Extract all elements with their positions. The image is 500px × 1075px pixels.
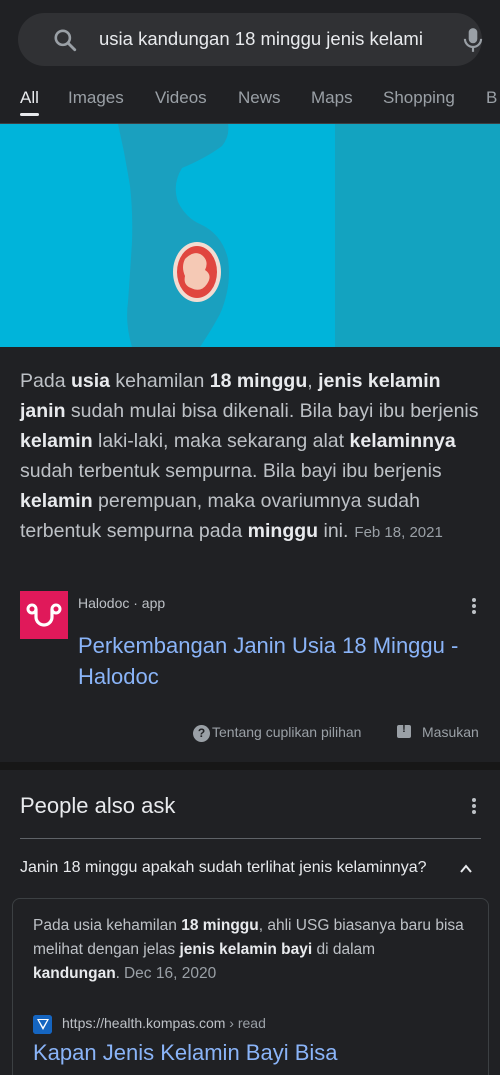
snippet-text-8: laki-laki, maka sekarang alat xyxy=(92,430,350,452)
chevron-up-icon[interactable] xyxy=(459,862,473,876)
snippet-text-4: , xyxy=(307,370,319,392)
result-title-link[interactable]: Perkembangan Janin Usia 18 Minggu - Halo… xyxy=(78,630,488,692)
help-icon[interactable]: ? xyxy=(193,725,210,742)
tab-books[interactable]: B xyxy=(486,88,497,108)
snippet-text-6: sudah mulai bisa dikenali. Bila bayi ibu… xyxy=(65,400,479,422)
answer-text-4: di dalam xyxy=(312,941,376,958)
search-icon[interactable] xyxy=(52,27,78,53)
more-vert-icon[interactable] xyxy=(471,798,477,816)
answer-bold-5: kandungan xyxy=(33,965,116,982)
active-tab-indicator xyxy=(20,113,39,116)
divider xyxy=(20,838,481,839)
url-domain: https://health.kompas.com xyxy=(62,1015,226,1031)
paa-question[interactable]: Janin 18 minggu apakah sudah terlihat je… xyxy=(20,859,426,877)
tab-videos[interactable]: Videos xyxy=(155,88,207,108)
about-feedback-row: ? Tentang cuplikan pilihan Masukan xyxy=(0,722,500,744)
featured-snippet-text: Pada usia kehamilan 18 minggu, jenis kel… xyxy=(20,366,482,548)
snippet-text-10: sudah terbentuk sempurna. Bila bayi ibu … xyxy=(20,460,442,482)
tab-all[interactable]: All xyxy=(20,88,39,108)
tab-maps[interactable]: Maps xyxy=(311,88,353,108)
answer-bold-1: 18 minggu xyxy=(181,917,259,934)
snippet-text-0: Pada xyxy=(20,370,71,392)
answer-bold-3: jenis kelamin bayi xyxy=(179,941,313,958)
halodoc-logo-icon[interactable] xyxy=(20,591,68,639)
paa-result-title-link[interactable]: Kapan Jenis Kelamin Bayi Bisa xyxy=(33,1040,338,1066)
mic-icon[interactable] xyxy=(460,26,486,54)
snippet-date: Feb 18, 2021 xyxy=(354,524,443,541)
search-input[interactable]: usia kandungan 18 minggu jenis kelami xyxy=(99,28,423,50)
snippet-bold-9: kelaminnya xyxy=(349,430,456,452)
result-url: https://health.kompas.com › read xyxy=(62,1015,266,1031)
snippet-bold-3: 18 minggu xyxy=(209,370,308,392)
snippet-bold-13: minggu xyxy=(247,520,319,542)
more-vert-icon[interactable] xyxy=(471,598,477,616)
snippet-body: Pada usia kehamilan 18 minggu, jenis kel… xyxy=(20,370,479,542)
feedback-link[interactable]: Masukan xyxy=(422,724,479,740)
source-name: Halodoc · app xyxy=(78,595,166,611)
feedback-icon[interactable] xyxy=(397,723,411,738)
snippet-text-14: ini. xyxy=(318,520,349,542)
search-tabs: All Images Videos News Maps Shopping B xyxy=(0,86,500,118)
answer-text-0: Pada usia kehamilan xyxy=(33,917,182,934)
pregnant-silhouette-illustration xyxy=(118,124,229,347)
answer-text-6: . xyxy=(115,965,120,982)
tab-shopping[interactable]: Shopping xyxy=(383,88,455,108)
kompas-favicon xyxy=(33,1015,52,1034)
snippet-bold-7: kelamin xyxy=(20,430,93,452)
snippet-bold-1: usia xyxy=(70,370,110,392)
snippet-bold-11: kelamin xyxy=(20,490,93,512)
url-breadcrumb: › read xyxy=(225,1015,266,1031)
section-separator xyxy=(0,762,500,770)
tab-news[interactable]: News xyxy=(238,88,281,108)
paa-heading: People also ask xyxy=(20,793,176,818)
featured-image[interactable] xyxy=(0,124,500,347)
about-snippets-link[interactable]: Tentang cuplikan pilihan xyxy=(212,724,361,740)
answer-date: Dec 16, 2020 xyxy=(123,965,217,982)
search-bar[interactable]: usia kandungan 18 minggu jenis kelami xyxy=(18,13,483,66)
paa-answer-text: Pada usia kehamilan 18 minggu, ahli USG … xyxy=(33,914,473,986)
snippet-text-2: kehamilan xyxy=(110,370,210,392)
answer-body: Pada usia kehamilan 18 minggu, ahli USG … xyxy=(33,917,464,982)
fetus-icon xyxy=(173,242,221,302)
tab-images[interactable]: Images xyxy=(68,88,124,108)
